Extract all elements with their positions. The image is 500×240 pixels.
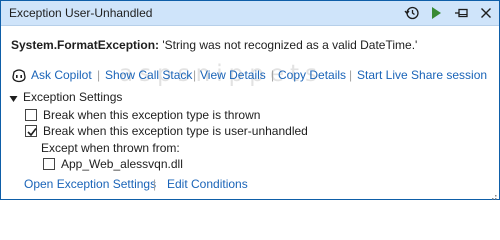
break-when-thrown-checkbox[interactable] <box>25 109 37 121</box>
break-when-thrown-label: Break when this exception type is thrown <box>43 108 261 122</box>
exception-type: System.FormatException: <box>11 38 160 52</box>
close-icon[interactable] <box>478 5 494 21</box>
exception-helper-popup: Exception User-Unhandled System.FormatEx… <box>0 0 500 200</box>
break-when-unhandled-label: Break when this exception type is user-u… <box>43 124 308 138</box>
module-checkbox[interactable] <box>43 158 55 170</box>
edit-conditions-link[interactable]: Edit Conditions <box>167 177 248 191</box>
collapse-triangle-icon[interactable] <box>9 92 18 106</box>
separator: | <box>193 68 197 82</box>
break-when-unhandled-checkbox[interactable] <box>25 125 37 137</box>
separator: | <box>153 177 157 191</box>
view-details-link[interactable]: View Details <box>200 68 266 82</box>
exception-settings-label: Exception Settings <box>23 90 123 104</box>
except-when-thrown-from-label: Except when thrown from: <box>41 141 180 155</box>
start-live-share-link[interactable]: Start Live Share session <box>357 68 487 82</box>
titlebar: Exception User-Unhandled <box>1 1 499 26</box>
resize-grip-icon[interactable] <box>489 189 497 200</box>
continue-play-icon[interactable] <box>428 5 444 21</box>
exception-message: 'String was not recognized as a valid Da… <box>162 38 418 52</box>
copilot-icon[interactable] <box>11 68 27 83</box>
module-label: App_Web_alessvqn.dll <box>61 157 183 171</box>
separator: | <box>97 68 101 82</box>
pin-icon[interactable] <box>454 5 470 21</box>
separator: | <box>271 68 275 82</box>
exception-summary: System.FormatException: 'String was not … <box>11 38 417 52</box>
separator: | <box>349 68 353 82</box>
open-exception-settings-link[interactable]: Open Exception Settings <box>24 177 156 191</box>
checkmark-icon <box>27 128 37 137</box>
ask-copilot-link[interactable]: Ask Copilot <box>31 68 92 82</box>
copy-details-link[interactable]: Copy Details <box>278 68 346 82</box>
popup-title: Exception User-Unhandled <box>9 6 153 20</box>
history-icon[interactable] <box>404 5 420 21</box>
show-call-stack-link[interactable]: Show Call Stack <box>105 68 192 82</box>
